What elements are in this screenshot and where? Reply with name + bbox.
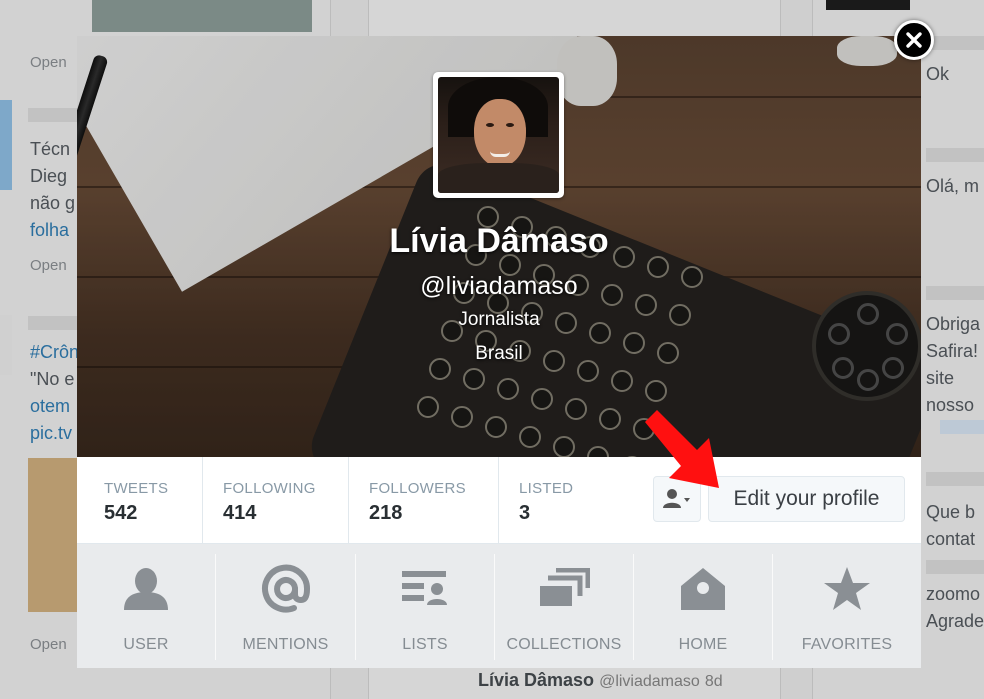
tweet-text: Técn [30,139,71,159]
message-text: zoomo [926,584,981,604]
open-link[interactable]: Open [30,54,67,71]
tweet-link[interactable]: otem [30,396,70,417]
hashtag-link[interactable]: #Crôn [30,342,79,363]
star-icon [824,567,870,610]
stat-label: FOLLOWING [223,480,316,497]
stat-value: 218 [369,502,403,524]
message-text: Olá, m [926,176,980,196]
message-text: Ok [926,64,950,84]
message-text: nosso [926,395,975,415]
nav-label: COLLECTIONS [506,636,622,653]
tweet-link[interactable]: folha [30,220,69,241]
media-preview [28,458,78,612]
author-name: Lívia Dâmaso [478,670,595,690]
stat-following[interactable]: FOLLOWING 414 [203,457,349,544]
link-blur [940,420,984,434]
nav-item-user[interactable]: USER [77,554,216,660]
nav-item-favorites[interactable]: FAVORITES [773,554,921,660]
username-blur [926,36,984,50]
message-text: Safira! [926,341,979,361]
open-link[interactable]: Open [30,257,67,274]
profile-location: Brasil [475,343,523,364]
stat-value: 542 [104,502,138,524]
open-link[interactable]: Open [30,636,67,653]
profile-header-image: Lívia Dâmaso @liviadamaso Jornalista Bra… [77,36,921,457]
tweet-text: não g [30,193,76,213]
username-blur [926,560,984,574]
tweet-text: Dieg [30,166,68,186]
stat-tweets[interactable]: TWEETS 542 [77,457,203,544]
edit-profile-button[interactable]: Edit your profile [708,476,905,522]
tweet-text: "No e [30,369,75,389]
message-text: site [926,368,955,388]
avatar [0,315,12,375]
tweet-author[interactable]: Lívia Dâmaso @liviadamaso 8d [478,670,723,691]
message-text: contat [926,529,976,549]
username-blur [28,108,82,122]
close-icon [906,32,922,48]
username-blur [926,472,984,486]
nav-item-mentions[interactable]: MENTIONS [216,554,356,660]
collections-icon [540,568,590,606]
avatar-photo [438,77,559,193]
home-icon [681,568,725,610]
username-blur [28,316,82,330]
stat-value: 414 [223,502,257,524]
media-preview [92,0,312,32]
profile-name: Lívia Dâmaso [389,222,609,260]
tweet-link[interactable]: pic.tv [30,423,72,444]
stat-followers[interactable]: FOLLOWERS 218 [349,457,499,544]
avatar[interactable] [433,72,564,198]
close-button[interactable] [894,20,934,60]
at-icon [261,564,310,613]
lists-icon [402,571,447,605]
profile-modal: Lívia Dâmaso @liviadamaso Jornalista Bra… [77,36,921,668]
nav-label: USER [123,636,169,653]
message-text: Obriga [926,314,981,334]
user-icon [124,568,168,610]
profile-nav: USER MENTIONS LISTS COLLECTIONS HOME FAV… [77,544,921,668]
stat-label: TWEETS [104,480,169,497]
stat-label: LISTED [519,480,574,497]
username-blur [926,286,984,300]
annotation-arrow-icon [645,410,719,488]
nav-item-home[interactable]: HOME [634,554,773,660]
message-text: Que b [926,502,976,522]
stat-listed[interactable]: LISTED 3 [499,457,619,544]
profile-bio: Jornalista [458,309,540,330]
nav-label: LISTS [402,636,448,653]
nav-item-collections[interactable]: COLLECTIONS [495,554,634,660]
tweet-time: 8d [704,673,723,690]
stat-value: 3 [519,502,531,524]
nav-item-lists[interactable]: LISTS [356,554,495,660]
author-handle: @liviadamaso [599,673,700,690]
message-text: Agrade [926,611,984,631]
nav-label: HOME [678,636,728,653]
media-preview [826,0,910,10]
avatar [0,100,12,190]
username-blur [926,148,984,162]
profile-handle: @liviadamaso [420,272,578,300]
stat-label: FOLLOWERS [369,480,466,497]
nav-label: MENTIONS [242,636,329,653]
nav-label: FAVORITES [801,636,893,653]
